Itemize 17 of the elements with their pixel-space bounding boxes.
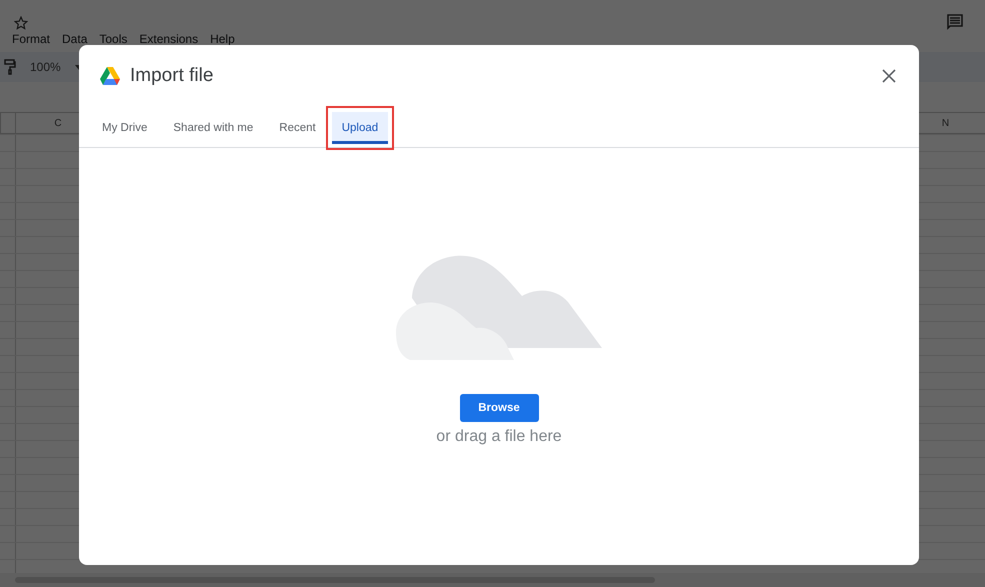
tab[interactable]: Shared with me: [163, 112, 264, 144]
zoom-level[interactable]: 100%: [30, 60, 61, 74]
menu-item[interactable]: Data: [62, 32, 88, 46]
triangle-logo-icon: [100, 67, 120, 85]
browse-button[interactable]: Browse: [460, 394, 538, 422]
drop-hint: or drag a file here: [436, 428, 562, 446]
menu-item[interactable]: Tools: [99, 32, 128, 46]
dialog-title: Import file: [130, 65, 214, 87]
tab[interactable]: Recent: [269, 112, 326, 144]
menu-item[interactable]: Format: [12, 32, 50, 46]
tab[interactable]: Upload: [332, 112, 388, 144]
close-button[interactable]: [881, 68, 897, 84]
menu-item[interactable]: Help: [210, 32, 235, 46]
comment-icon[interactable]: [947, 14, 963, 30]
star-icon[interactable]: [14, 16, 28, 30]
paint-format-icon[interactable]: [4, 59, 16, 75]
menu-item[interactable]: Extensions: [139, 32, 198, 46]
